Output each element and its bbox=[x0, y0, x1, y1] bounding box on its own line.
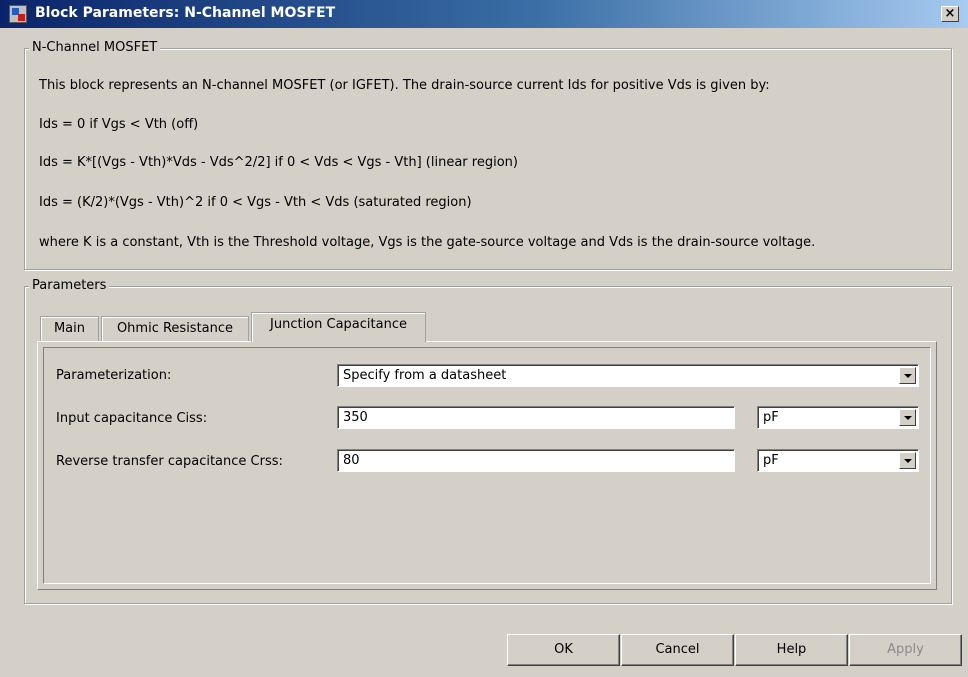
description-group: N-Channel MOSFET This block represents a… bbox=[24, 40, 952, 270]
close-button[interactable]: × bbox=[941, 6, 959, 22]
chevron-down-icon[interactable] bbox=[899, 409, 916, 426]
input-capacitance-value: 350 bbox=[343, 410, 368, 425]
simulink-block-icon bbox=[9, 5, 27, 23]
parameters-group-title: Parameters bbox=[29, 278, 110, 293]
ok-button[interactable]: OK bbox=[507, 634, 620, 666]
reverse-transfer-capacitance-unit-dropdown[interactable]: pF bbox=[757, 449, 919, 472]
tab-junction-capacitance[interactable]: Junction Capacitance bbox=[251, 312, 426, 342]
input-capacitance-label: Input capacitance Ciss: bbox=[56, 411, 208, 426]
tab-label: Junction Capacitance bbox=[270, 317, 407, 332]
input-capacitance-unit-dropdown[interactable]: pF bbox=[757, 406, 919, 429]
parameterization-value: Specify from a datasheet bbox=[343, 368, 507, 383]
parameterization-dropdown[interactable]: Specify from a datasheet bbox=[337, 364, 919, 387]
tab-label: Main bbox=[53, 321, 86, 336]
window-title: Block Parameters: N-Channel MOSFET bbox=[35, 5, 336, 21]
chevron-down-icon[interactable] bbox=[899, 452, 916, 469]
cancel-button[interactable]: Cancel bbox=[621, 634, 734, 666]
reverse-transfer-capacitance-unit: pF bbox=[763, 453, 779, 468]
description-line: Ids = K*[(Vgs - Vth)*Vds - Vds^2/2] if 0… bbox=[39, 155, 518, 170]
title-bar: Block Parameters: N-Channel MOSFET × bbox=[0, 0, 968, 28]
reverse-transfer-capacitance-label: Reverse transfer capacitance Crss: bbox=[56, 454, 283, 469]
description-line: This block represents an N-channel MOSFE… bbox=[39, 78, 770, 93]
description-line: Ids = 0 if Vgs < Vth (off) bbox=[39, 117, 199, 132]
chevron-down-icon[interactable] bbox=[899, 367, 916, 384]
parameterization-label: Parameterization: bbox=[56, 368, 172, 383]
input-capacitance-unit: pF bbox=[763, 410, 779, 425]
reverse-transfer-capacitance-value: 80 bbox=[343, 453, 360, 468]
reverse-transfer-capacitance-field[interactable]: 80 bbox=[337, 449, 735, 472]
tab-label: Ohmic Resistance bbox=[116, 321, 234, 336]
description-line: where K is a constant, Vth is the Thresh… bbox=[39, 235, 816, 250]
close-icon: × bbox=[944, 6, 956, 21]
description-line: Ids = (K/2)*(Vgs - Vth)^2 if 0 < Vgs - V… bbox=[39, 195, 472, 210]
apply-button[interactable]: Apply bbox=[849, 634, 962, 666]
tab-main[interactable]: Main bbox=[40, 316, 99, 342]
help-button[interactable]: Help bbox=[735, 634, 848, 666]
description-group-title: N-Channel MOSFET bbox=[29, 40, 161, 55]
tab-ohmic-resistance[interactable]: Ohmic Resistance bbox=[101, 316, 249, 342]
input-capacitance-field[interactable]: 350 bbox=[337, 406, 735, 429]
